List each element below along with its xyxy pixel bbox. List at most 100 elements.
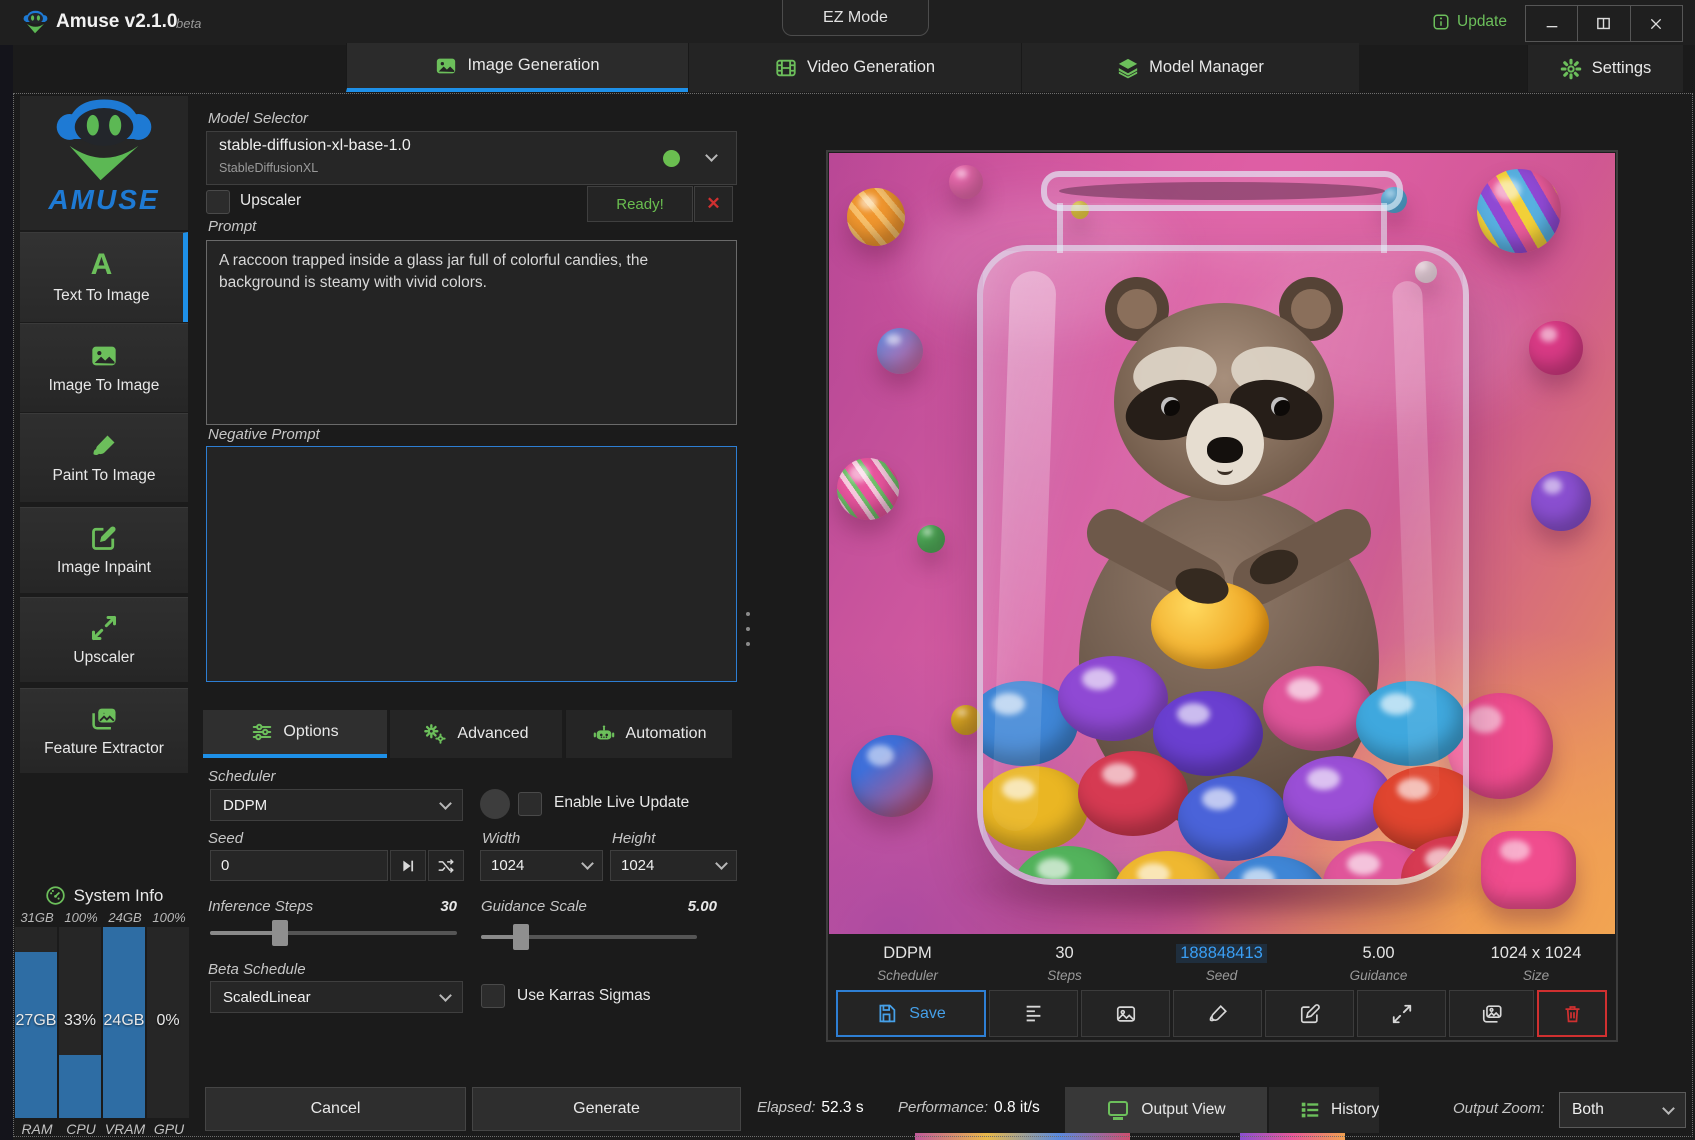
stat-label: Seed [1143, 968, 1300, 983]
monitor-icon [1106, 1098, 1130, 1122]
history-thumbnail-partial[interactable] [915, 1133, 1130, 1140]
sidebar-item-label: Upscaler [73, 649, 134, 667]
system-info: System Info 31GB 100% 24GB 100% 27GB 33%… [15, 885, 193, 1137]
history-thumbnail-partial[interactable] [1240, 1133, 1345, 1140]
seed-last-button[interactable] [390, 850, 426, 881]
send-to-inpaint-button[interactable] [1265, 990, 1354, 1037]
minimize-button[interactable] [1526, 6, 1578, 41]
sidebar-item-feature-extractor[interactable]: Feature Extractor [20, 688, 188, 773]
system-info-title: System Info [74, 886, 164, 906]
chevron-down-icon [581, 857, 594, 870]
guidance-scale-slider[interactable] [481, 935, 697, 939]
send-to-feature-extractor-button[interactable] [1449, 990, 1534, 1037]
model-type: StableDiffusionXL [219, 161, 318, 175]
meter-value: 33% [59, 1012, 101, 1030]
stat-seed-value[interactable]: 188848413 [1176, 944, 1267, 963]
sidebar-item-upscaler[interactable]: Upscaler [20, 597, 188, 682]
list-icon [1299, 1099, 1321, 1121]
height-dropdown[interactable]: 1024 [610, 850, 737, 881]
meter-label: GPU [147, 1121, 191, 1137]
prompt-label: Prompt [208, 218, 256, 235]
tab-automation[interactable]: Automation [565, 710, 732, 758]
live-update-label: Enable Live Update [554, 794, 689, 812]
meter-headers: 31GB 100% 24GB 100% [15, 910, 193, 925]
history-label: History [1331, 1101, 1379, 1119]
inference-steps-slider[interactable] [210, 931, 457, 935]
ez-mode-button[interactable]: EZ Mode [782, 0, 929, 36]
stat-label: Guidance [1300, 968, 1457, 983]
cpu-meter: 33% [59, 927, 101, 1118]
output-view-button[interactable]: Output View [1065, 1087, 1267, 1133]
sidebar-item-image-inpaint[interactable]: Image Inpaint [20, 507, 188, 593]
tab-image-generation[interactable]: Image Generation [346, 43, 688, 92]
send-to-paint-button[interactable] [1173, 990, 1262, 1037]
elapsed-label: Elapsed: [757, 1099, 815, 1116]
save-button[interactable]: Save [836, 990, 986, 1037]
output-stats: DDPMScheduler 30Steps 188848413Seed 5.00… [829, 938, 1615, 988]
sidebar-item-paint-to-image[interactable]: Paint To Image [20, 413, 188, 502]
live-update-toggle[interactable] [480, 789, 510, 819]
model-selector-dropdown[interactable]: stable-diffusion-xl-base-1.0 StableDiffu… [206, 131, 737, 185]
tab-model-manager[interactable]: Model Manager [1021, 43, 1359, 92]
beta-schedule-label: Beta Schedule [208, 961, 306, 978]
height-value: 1024 [621, 857, 654, 874]
update-button[interactable]: Update [1432, 13, 1507, 31]
close-button[interactable] [1631, 6, 1682, 41]
negative-prompt-input[interactable] [206, 446, 737, 682]
maximize-button[interactable] [1578, 6, 1630, 41]
candy [877, 328, 923, 374]
chevron-down-icon [1662, 1102, 1675, 1115]
save-label: Save [909, 1005, 945, 1023]
scheduler-dropdown[interactable]: DDPM [210, 789, 463, 821]
tab-label: Advanced [457, 725, 528, 743]
sliders-icon [251, 721, 273, 743]
history-button[interactable]: History [1269, 1087, 1379, 1133]
panel-splitter[interactable] [744, 608, 752, 650]
raccoon-nose [1207, 437, 1243, 463]
image-icon [435, 55, 457, 77]
output-zoom-dropdown[interactable]: Both [1559, 1092, 1686, 1128]
unload-model-button[interactable]: ✕ [694, 186, 733, 222]
karras-sigmas-checkbox[interactable] [481, 984, 505, 1008]
jar-rim [1041, 171, 1403, 211]
beta-schedule-dropdown[interactable]: ScaledLinear [210, 981, 463, 1013]
candy [847, 188, 905, 246]
metadata-info-button[interactable] [989, 990, 1078, 1037]
tab-advanced[interactable]: Advanced [389, 710, 562, 758]
sidebar-item-label: Text To Image [53, 287, 149, 305]
live-update-checkbox[interactable] [518, 792, 542, 816]
gear-icon [1560, 58, 1582, 80]
stat-steps-value: 30 [986, 944, 1143, 963]
generate-button[interactable]: Generate [472, 1087, 741, 1131]
send-to-image-to-image-button[interactable] [1081, 990, 1170, 1037]
robot-icon [592, 723, 616, 745]
performance-label: Performance: [898, 1099, 988, 1116]
stat-size-value: 1024 x 1024 [1457, 944, 1615, 963]
karras-sigmas-label: Use Karras Sigmas [517, 987, 651, 1005]
width-dropdown[interactable]: 1024 [480, 850, 603, 881]
output-zoom-value: Both [1572, 1101, 1604, 1119]
tab-label: Model Manager [1149, 58, 1264, 77]
glass-jar [977, 245, 1469, 885]
sidebar-item-text-to-image[interactable]: A Text To Image [20, 232, 188, 322]
cancel-button[interactable]: Cancel [205, 1087, 466, 1131]
titlebar: Amuse v2.1.0 beta EZ Mode Update [0, 0, 1695, 45]
gpu-meter: 0% [147, 927, 189, 1118]
tab-settings[interactable]: Settings [1527, 45, 1683, 92]
slider-thumb[interactable] [513, 924, 529, 950]
sidebar-item-image-to-image[interactable]: Image To Image [20, 323, 188, 412]
tab-options[interactable]: Options [203, 710, 387, 758]
upscaler-checkbox[interactable] [206, 190, 230, 214]
delete-button[interactable] [1537, 990, 1607, 1037]
cancel-label: Cancel [311, 1100, 361, 1118]
tab-video-generation[interactable]: Video Generation [688, 43, 1021, 92]
output-zoom-label: Output Zoom: [1453, 1100, 1545, 1117]
slider-thumb[interactable] [272, 920, 288, 946]
seed-input[interactable]: 0 [210, 850, 388, 881]
prompt-input[interactable]: A raccoon trapped inside a glass jar ful… [206, 240, 737, 425]
meter-footers: RAM CPU VRAM GPU [15, 1121, 193, 1137]
candy [917, 525, 945, 553]
send-to-upscaler-button[interactable] [1357, 990, 1446, 1037]
generated-image-raccoon-candy-jar[interactable] [829, 153, 1615, 934]
seed-random-button[interactable] [428, 850, 464, 881]
